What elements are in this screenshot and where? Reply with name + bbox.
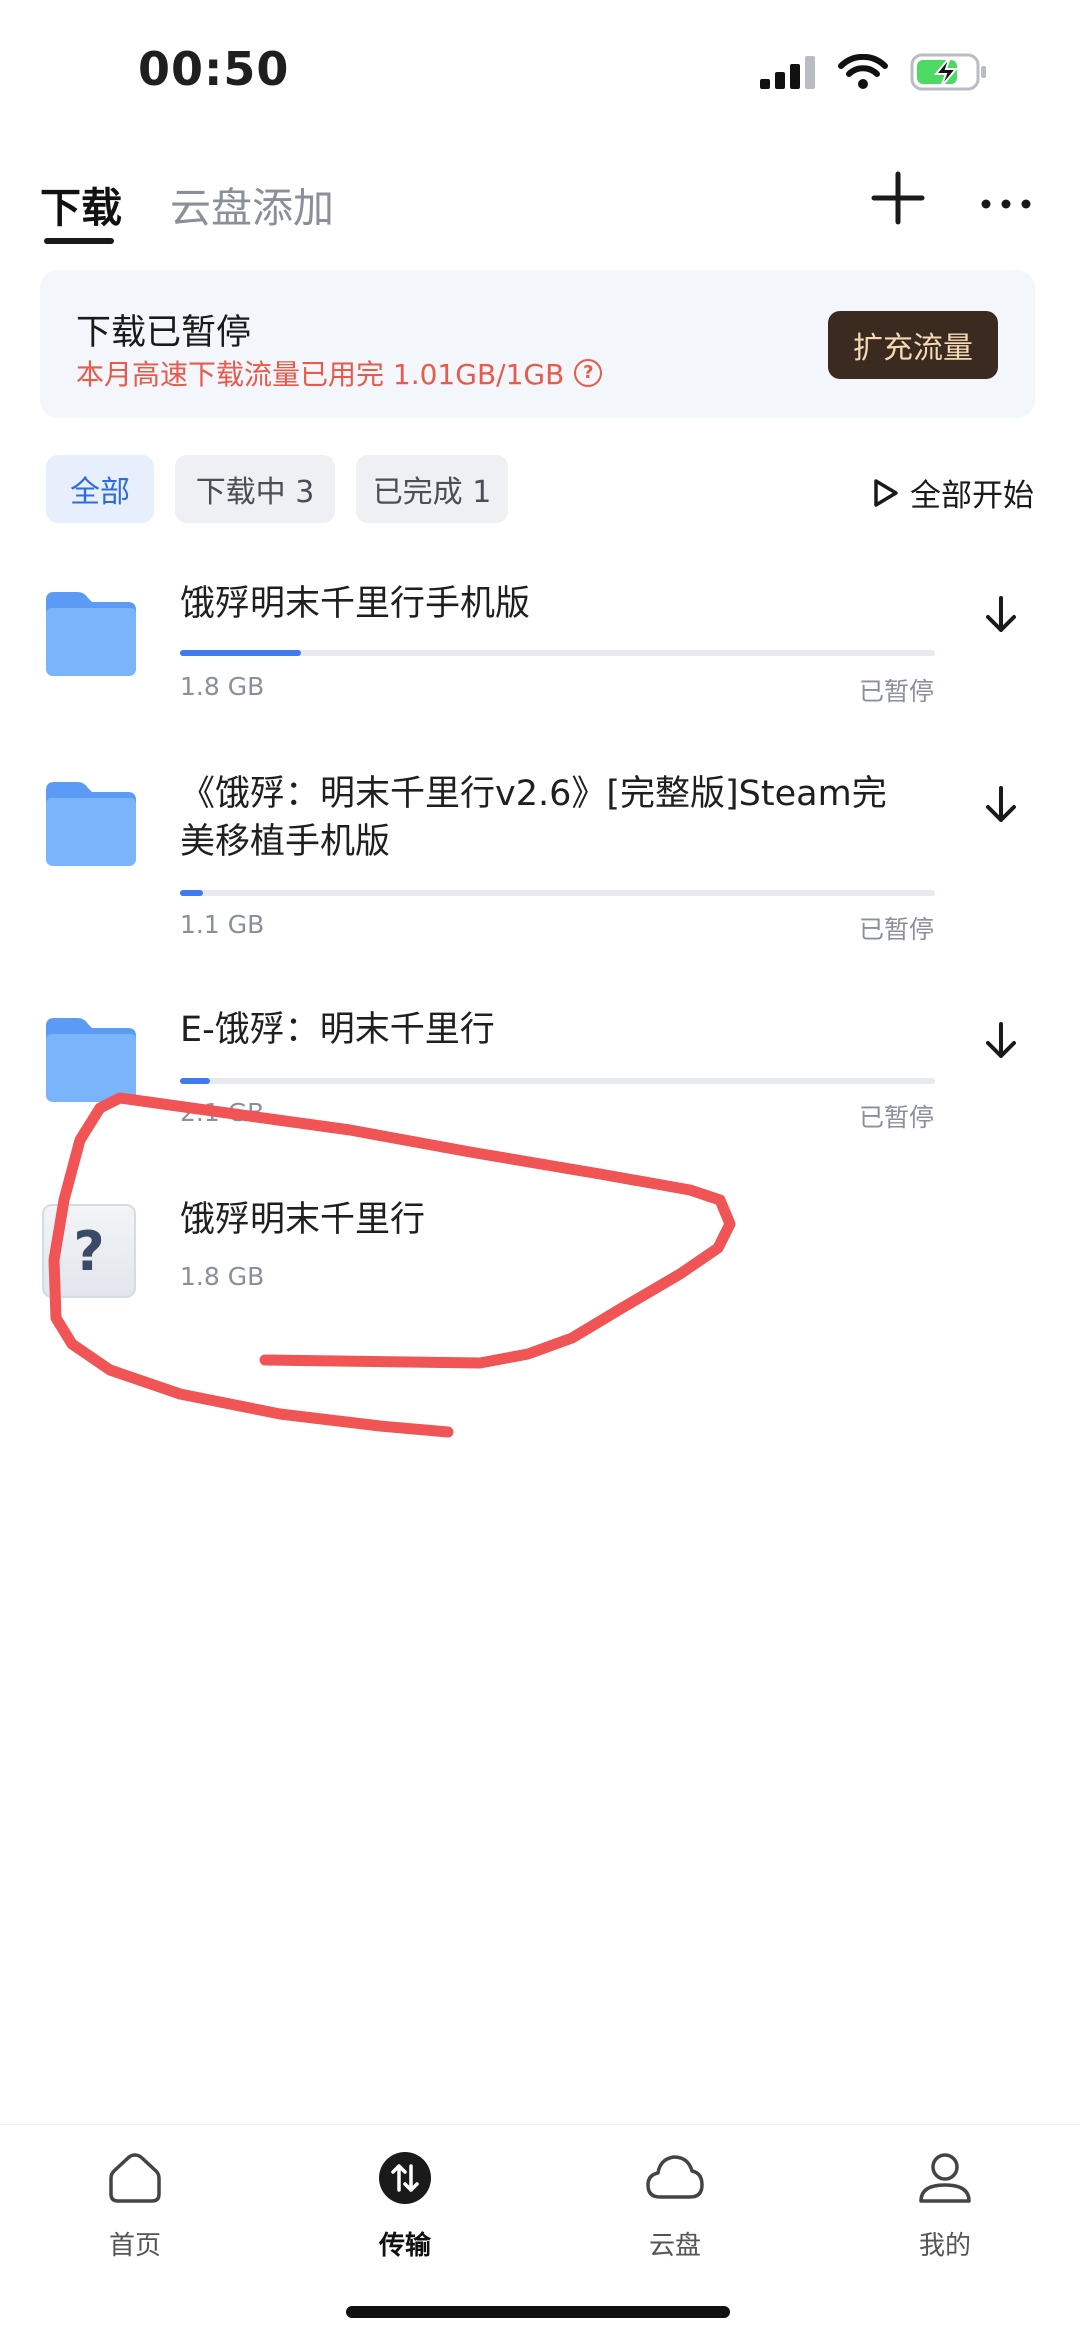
download-arrow-icon[interactable] — [980, 784, 1022, 826]
download-arrow-icon[interactable] — [980, 1020, 1022, 1062]
progress-bar — [180, 650, 935, 656]
item-size: 1.8 GB — [180, 672, 265, 701]
progress-bar — [180, 890, 935, 896]
progress-fill — [180, 650, 301, 656]
folder-icon — [46, 1018, 136, 1102]
item-status: 已暂停 — [858, 1103, 934, 1132]
item-title: 饿殍明末千里行 — [180, 1200, 426, 1240]
tab-cloud-add[interactable]: 云盘添加 — [170, 174, 334, 234]
filter-downloading[interactable]: 下载中 3 — [175, 455, 335, 523]
nav-transfer[interactable]: 传输 — [325, 2149, 485, 2262]
download-paused-banner: 下载已暂停 本月高速下载流量已用完 1.01GB/1GB ? 扩充流量 — [40, 270, 1035, 418]
filter-done[interactable]: 已完成 1 — [356, 455, 508, 523]
status-time: 00:50 — [138, 42, 290, 96]
nav-transfer-label: 传输 — [378, 2231, 431, 2261]
play-icon — [874, 478, 898, 507]
nav-cloud[interactable]: 云盘 — [595, 2149, 755, 2262]
expand-traffic-button[interactable]: 扩充流量 — [828, 311, 998, 379]
home-indicator — [346, 2306, 730, 2318]
item-title: 《饿殍：明末千里行v2.6》[完整版]Steam完美移植手机版 — [180, 774, 887, 862]
progress-bar — [180, 1078, 935, 1084]
item-size: 1.8 GB — [180, 1262, 265, 1291]
folder-icon — [46, 782, 136, 866]
item-title: E-饿殍：明末千里行 — [180, 1010, 495, 1050]
start-all-button[interactable]: 全部开始 — [872, 470, 1034, 515]
more-icon[interactable] — [978, 170, 1034, 226]
item-size: 1.1 GB — [180, 910, 265, 939]
help-icon[interactable]: ? — [574, 359, 603, 387]
progress-fill — [180, 1078, 211, 1084]
cloud-icon — [646, 2155, 704, 2199]
tab-active-indicator — [44, 238, 114, 244]
wifi-icon — [838, 54, 888, 89]
home-icon — [109, 2153, 161, 2203]
battery-charging-icon — [910, 53, 986, 91]
add-icon[interactable] — [870, 170, 926, 226]
item-size: 2.1 GB — [180, 1098, 265, 1127]
item-status: 已暂停 — [858, 915, 934, 944]
quota-text: 本月高速下载流量已用完 1.01GB/1GB — [76, 358, 565, 391]
download-arrow-icon[interactable] — [980, 594, 1022, 636]
filter-all[interactable]: 全部 — [46, 455, 154, 523]
nav-home-label: 首页 — [108, 2231, 161, 2261]
profile-icon — [919, 2153, 971, 2203]
unknown-file-icon: ? — [42, 1204, 136, 1298]
banner-subtitle: 本月高速下载流量已用完 1.01GB/1GB ? — [76, 353, 603, 393]
item-title: 饿殍明末千里行手机版 — [180, 584, 531, 624]
banner-title: 下载已暂停 — [76, 313, 252, 353]
nav-me[interactable]: 我的 — [865, 2149, 1025, 2262]
nav-home[interactable]: 首页 — [55, 2149, 215, 2262]
status-icons — [760, 52, 988, 92]
signal-icon — [760, 56, 815, 89]
nav-me-label: 我的 — [918, 2231, 971, 2261]
folder-icon — [46, 592, 136, 676]
progress-fill — [180, 890, 203, 896]
item-status: 已暂停 — [858, 677, 934, 706]
start-all-label: 全部开始 — [910, 478, 1034, 514]
tab-download[interactable]: 下载 — [40, 174, 122, 234]
transfer-icon — [379, 2152, 431, 2204]
nav-cloud-label: 云盘 — [648, 2231, 701, 2261]
